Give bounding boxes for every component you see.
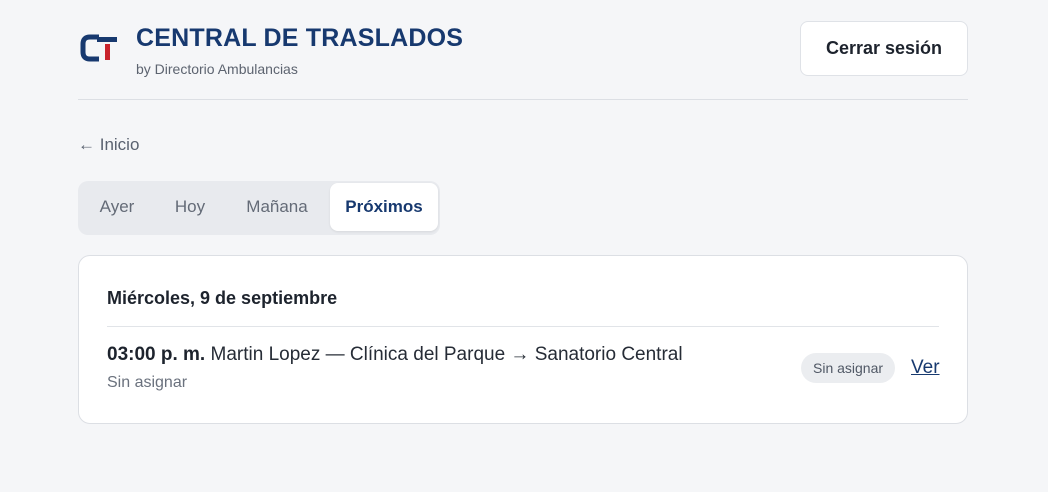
view-trip-link[interactable]: Ver — [911, 357, 940, 379]
logo-icon — [80, 34, 117, 62]
brand-subtitle: by Directorio Ambulancias — [136, 61, 298, 77]
header: CENTRAL DE TRASLADOS by Directorio Ambul… — [78, 0, 968, 100]
day-tabs: Ayer Hoy Mañana Próximos — [78, 181, 440, 235]
tab-hoy[interactable]: Hoy — [154, 183, 226, 231]
tab-proximos[interactable]: Próximos — [330, 183, 438, 231]
day-card: Miércoles, 9 de septiembre 03:00 p. m. M… — [78, 255, 968, 424]
day-title: Miércoles, 9 de septiembre — [107, 288, 338, 308]
trip-status: Sin asignar — [107, 374, 188, 391]
back-link-home[interactable]: ← Inicio — [78, 135, 139, 155]
trip-description: Martin Lopez — Clínica del Parque → Sana… — [210, 344, 683, 365]
brand-title: CENTRAL DE TRASLADOS — [136, 24, 464, 52]
page: CENTRAL DE TRASLADOS by Directorio Ambul… — [0, 0, 1048, 492]
trip-summary: 03:00 p. m. Martin Lopez — Clínica del P… — [107, 344, 683, 366]
tab-manana[interactable]: Mañana — [226, 183, 328, 231]
logout-button[interactable]: Cerrar sesión — [800, 21, 968, 76]
divider — [107, 326, 939, 327]
tab-ayer[interactable]: Ayer — [80, 183, 154, 231]
status-badge: Sin asignar — [801, 353, 896, 383]
trip-time: 03:00 p. m. — [107, 344, 211, 365]
